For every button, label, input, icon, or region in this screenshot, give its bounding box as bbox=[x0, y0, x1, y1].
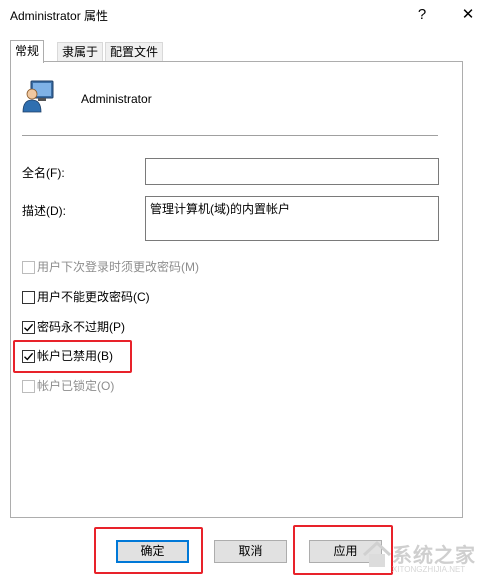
tab-profile[interactable]: 配置文件 bbox=[105, 42, 164, 62]
fullname-field[interactable] bbox=[145, 158, 439, 185]
fullname-label: 全名(F): bbox=[22, 166, 65, 180]
checkbox-box bbox=[22, 261, 35, 274]
watermark-text: 系统之家 bbox=[392, 545, 476, 567]
checkbox-label: 用户不能更改密码(C) bbox=[37, 290, 150, 304]
watermark-url: XITONGZHIJIA.NET bbox=[392, 565, 466, 574]
cancel-button[interactable]: 取消 bbox=[214, 540, 287, 563]
help-icon: ? bbox=[417, 6, 427, 23]
help-button[interactable]: ? bbox=[404, 2, 440, 28]
window-title: Administrator 属性 bbox=[10, 9, 109, 23]
checkmark-icon bbox=[24, 323, 34, 332]
tab-general[interactable]: 常规 bbox=[10, 40, 45, 63]
checkbox-label: 用户下次登录时须更改密码(M) bbox=[37, 260, 199, 274]
checkbox-label: 帐户已锁定(O) bbox=[37, 379, 115, 393]
separator bbox=[22, 135, 438, 136]
watermark: 系统之家 XITONGZHIJIA.NET bbox=[362, 535, 490, 579]
user-monitor-icon bbox=[22, 79, 56, 113]
highlight-account-disabled bbox=[13, 340, 132, 373]
title-bar: Administrator 属性 ? ✕ bbox=[0, 0, 491, 30]
house-logo-icon bbox=[362, 540, 392, 567]
user-name: Administrator bbox=[81, 92, 152, 106]
close-icon: ✕ bbox=[461, 6, 475, 23]
checkbox-box bbox=[22, 321, 35, 334]
close-button[interactable]: ✕ bbox=[449, 2, 487, 28]
checkbox-label: 密码永不过期(P) bbox=[37, 320, 125, 334]
description-label: 描述(D): bbox=[22, 204, 66, 218]
tab-member-of[interactable]: 隶属于 bbox=[57, 42, 104, 62]
checkbox-box bbox=[22, 380, 35, 393]
description-field[interactable]: 管理计算机(域)的内置帐户 bbox=[145, 196, 439, 241]
highlight-ok-button bbox=[94, 527, 203, 574]
checkbox-box bbox=[22, 291, 35, 304]
